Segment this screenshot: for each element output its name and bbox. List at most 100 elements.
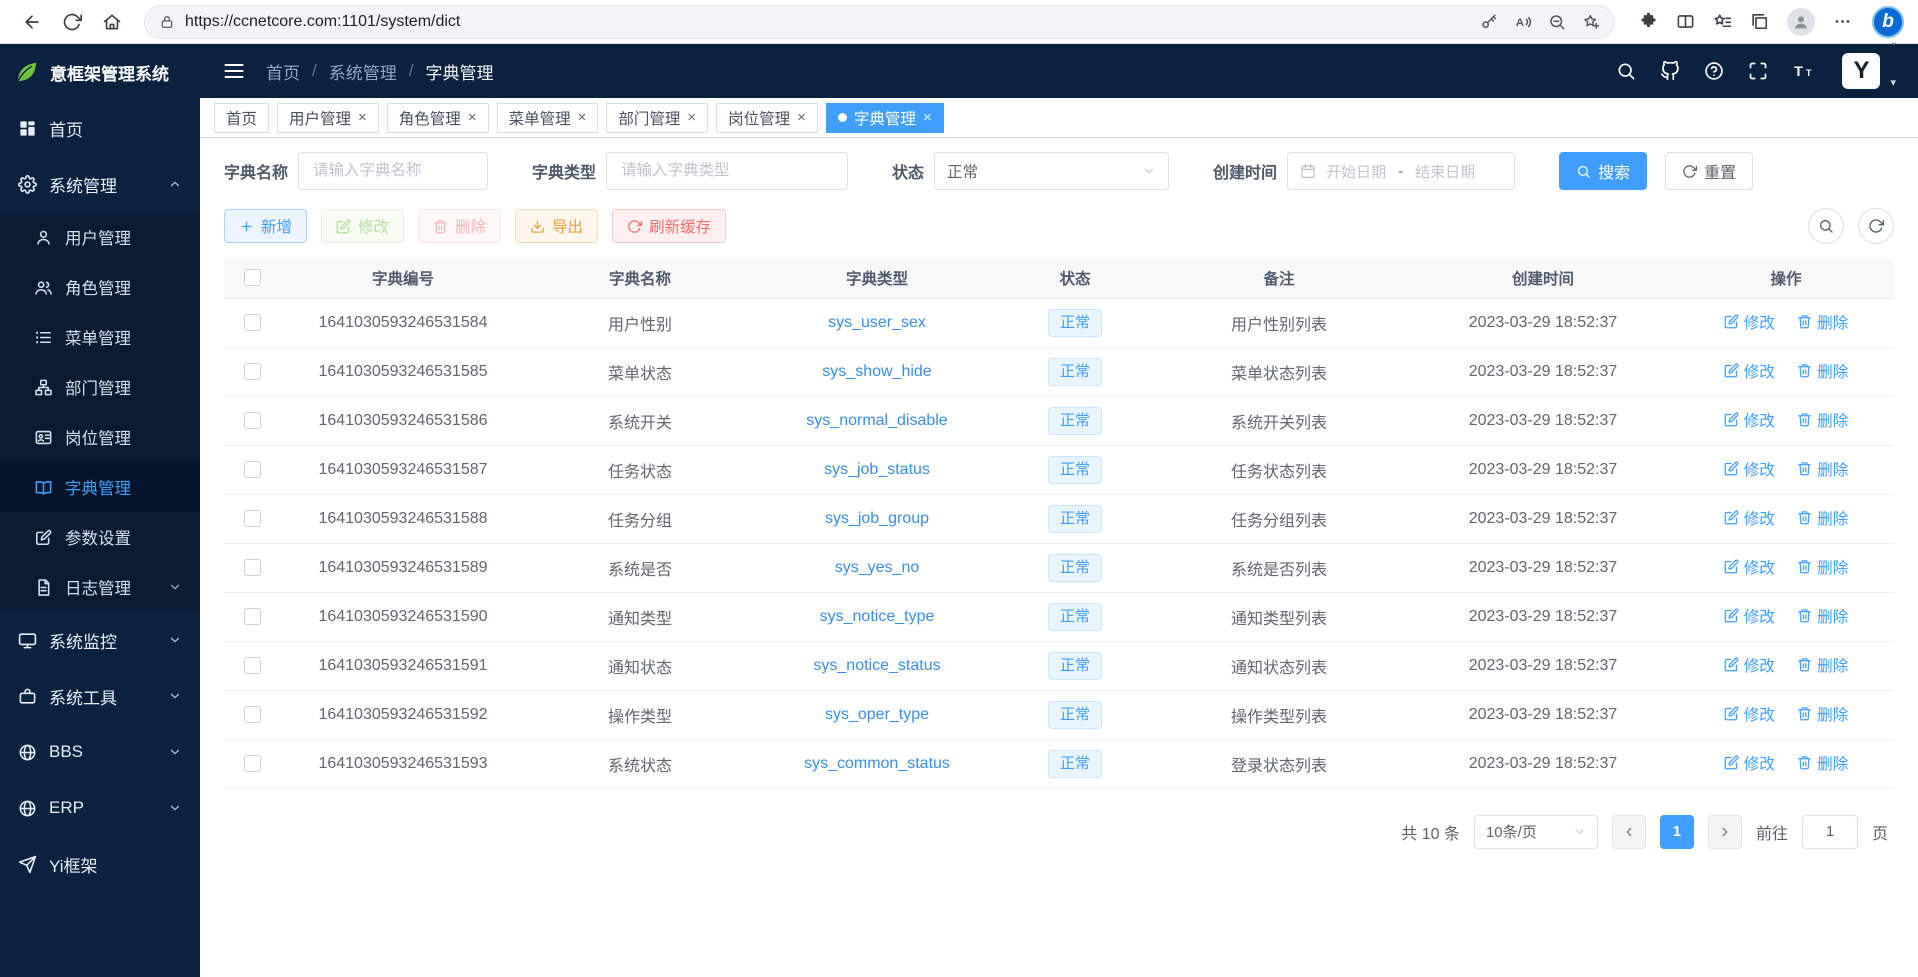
row-delete-link[interactable]: 删除 <box>1797 507 1848 529</box>
sidebar-collapse-icon[interactable] <box>222 59 246 83</box>
github-icon[interactable] <box>1660 61 1680 81</box>
sidebar-item-home[interactable]: 首页 <box>0 100 200 156</box>
row-edit-link[interactable]: 修改 <box>1724 507 1775 529</box>
delete-button[interactable]: 删除 <box>418 209 501 243</box>
status-select[interactable]: 正常 <box>934 152 1169 190</box>
next-page-button[interactable] <box>1708 815 1742 849</box>
sidebar-item-dept[interactable]: 部门管理 <box>0 362 200 412</box>
row-edit-link[interactable]: 修改 <box>1724 605 1775 627</box>
tab-close-icon[interactable]: × <box>358 110 367 125</box>
sidebar-item-param[interactable]: 参数设置 <box>0 512 200 562</box>
tab-dict[interactable]: 字典管理× <box>826 103 944 133</box>
sidebar-item-bbs[interactable]: BBS <box>0 724 200 780</box>
row-checkbox[interactable] <box>244 314 261 331</box>
date-range-picker[interactable]: 开始日期 - 结束日期 <box>1287 152 1515 190</box>
row-checkbox[interactable] <box>244 461 261 478</box>
reset-button[interactable]: 重置 <box>1665 152 1753 190</box>
refresh-cache-button[interactable]: 刷新缓存 <box>612 209 726 243</box>
sidebar-item-dict[interactable]: 字典管理 <box>0 462 200 512</box>
browser-refresh-button[interactable] <box>54 4 90 40</box>
tab-user[interactable]: 用户管理× <box>277 103 379 133</box>
help-icon[interactable] <box>1704 61 1724 81</box>
browser-home-button[interactable] <box>94 4 130 40</box>
sidebar-item-log[interactable]: 日志管理 <box>0 562 200 612</box>
select-all-checkbox[interactable] <box>244 269 261 286</box>
extensions-icon[interactable] <box>1639 12 1658 31</box>
dict-type-link[interactable]: sys_yes_no <box>835 559 920 576</box>
split-screen-icon[interactable] <box>1676 12 1695 31</box>
prev-page-button[interactable] <box>1612 815 1646 849</box>
table-refresh-button[interactable] <box>1858 208 1894 244</box>
tab-close-icon[interactable]: × <box>468 110 477 125</box>
row-edit-link[interactable]: 修改 <box>1724 752 1775 774</box>
sidebar-item-user[interactable]: 用户管理 <box>0 212 200 262</box>
sidebar-item-monitor[interactable]: 系统监控 <box>0 612 200 668</box>
sidebar-item-menu[interactable]: 菜单管理 <box>0 312 200 362</box>
sidebar-item-post[interactable]: 岗位管理 <box>0 412 200 462</box>
browser-profile-avatar[interactable] <box>1787 8 1815 36</box>
row-edit-link[interactable]: 修改 <box>1724 556 1775 578</box>
tab-dept[interactable]: 部门管理× <box>606 103 708 133</box>
row-checkbox[interactable] <box>244 412 261 429</box>
dict-name-input[interactable] <box>298 152 488 190</box>
tab-home[interactable]: 首页 <box>214 103 269 133</box>
export-button[interactable]: 导出 <box>515 209 598 243</box>
toggle-search-button[interactable] <box>1808 208 1844 244</box>
row-checkbox[interactable] <box>244 706 261 723</box>
row-checkbox[interactable] <box>244 510 261 527</box>
row-delete-link[interactable]: 删除 <box>1797 605 1848 627</box>
password-key-icon[interactable] <box>1480 13 1498 31</box>
sidebar-item-tools[interactable]: 系统工具 <box>0 668 200 724</box>
row-delete-link[interactable]: 删除 <box>1797 556 1848 578</box>
dict-type-link[interactable]: sys_job_group <box>825 510 929 527</box>
row-edit-link[interactable]: 修改 <box>1724 458 1775 480</box>
zoom-out-icon[interactable] <box>1548 13 1566 31</box>
row-checkbox[interactable] <box>244 363 261 380</box>
add-button[interactable]: 新增 <box>224 209 307 243</box>
dict-type-link[interactable]: sys_normal_disable <box>806 412 947 429</box>
collections-icon[interactable] <box>1750 12 1769 31</box>
row-delete-link[interactable]: 删除 <box>1797 654 1848 676</box>
tab-menu[interactable]: 菜单管理× <box>497 103 599 133</box>
row-delete-link[interactable]: 删除 <box>1797 409 1848 431</box>
sidebar-item-yi[interactable]: Yi框架 <box>0 836 200 892</box>
tab-close-icon[interactable]: × <box>797 110 806 125</box>
row-delete-link[interactable]: 删除 <box>1797 458 1848 480</box>
row-edit-link[interactable]: 修改 <box>1724 360 1775 382</box>
row-checkbox[interactable] <box>244 559 261 576</box>
tab-role[interactable]: 角色管理× <box>387 103 489 133</box>
dict-type-link[interactable]: sys_job_status <box>824 461 930 478</box>
dict-type-link[interactable]: sys_show_hide <box>822 363 931 380</box>
row-delete-link[interactable]: 删除 <box>1797 311 1848 333</box>
row-edit-link[interactable]: 修改 <box>1724 409 1775 431</box>
tab-close-icon[interactable]: × <box>578 110 587 125</box>
bing-chat-button[interactable]: b ⌄ <box>1872 6 1904 38</box>
browser-menu-dots-icon[interactable] <box>1833 12 1852 31</box>
dict-type-link[interactable]: sys_oper_type <box>825 706 929 723</box>
header-search-icon[interactable] <box>1616 61 1636 81</box>
tab-close-icon[interactable]: × <box>923 110 932 125</box>
fullscreen-icon[interactable] <box>1748 61 1768 81</box>
edit-button[interactable]: 修改 <box>321 209 404 243</box>
row-edit-link[interactable]: 修改 <box>1724 654 1775 676</box>
row-checkbox[interactable] <box>244 657 261 674</box>
row-delete-link[interactable]: 删除 <box>1797 360 1848 382</box>
breadcrumb-home[interactable]: 首页 <box>266 59 300 84</box>
row-checkbox[interactable] <box>244 755 261 772</box>
tab-close-icon[interactable]: × <box>687 110 696 125</box>
sidebar-item-system[interactable]: 系统管理 <box>0 156 200 212</box>
goto-page-input[interactable] <box>1802 815 1858 849</box>
font-size-icon[interactable] <box>1792 61 1818 81</box>
row-checkbox[interactable] <box>244 608 261 625</box>
address-bar[interactable]: https://ccnetcore.com:1101/system/dict <box>144 5 1615 39</box>
row-delete-link[interactable]: 删除 <box>1797 703 1848 725</box>
favorites-bar-icon[interactable] <box>1713 12 1732 31</box>
row-delete-link[interactable]: 删除 <box>1797 752 1848 774</box>
breadcrumb-system[interactable]: 系统管理 <box>329 59 397 84</box>
dict-type-link[interactable]: sys_common_status <box>804 755 950 772</box>
sidebar-item-erp[interactable]: ERP <box>0 780 200 836</box>
dict-type-input[interactable] <box>606 152 848 190</box>
browser-back-button[interactable] <box>14 4 50 40</box>
row-edit-link[interactable]: 修改 <box>1724 703 1775 725</box>
dict-type-link[interactable]: sys_notice_status <box>813 657 940 674</box>
